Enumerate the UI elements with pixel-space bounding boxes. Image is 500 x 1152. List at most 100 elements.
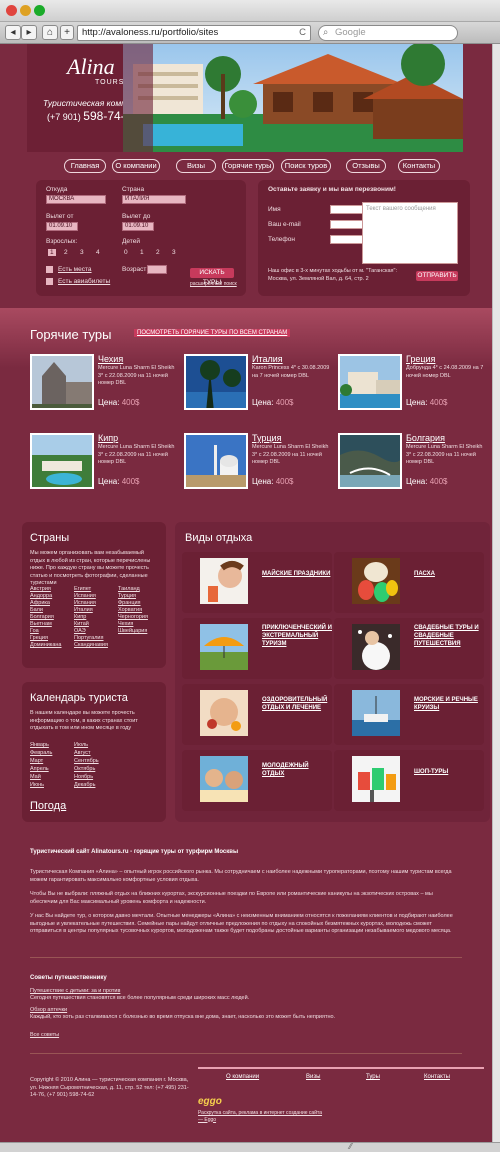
vacation-image[interactable] — [200, 690, 248, 736]
country-link[interactable]: Чехия — [118, 621, 133, 627]
footer-link-visas[interactable]: Визы — [306, 1074, 320, 1080]
vacation-title[interactable]: МАЙСКИЕ ПРАЗДНИКИ — [262, 570, 332, 578]
vacation-card[interactable]: МОРСКИЕ И РЕЧНЫЕ КРУИЗЫ — [334, 684, 484, 745]
vacation-image[interactable] — [200, 756, 248, 802]
tour-thumbnail[interactable] — [184, 433, 248, 489]
country-link[interactable]: Хорватия — [118, 607, 142, 613]
month-link[interactable]: Декабрь — [74, 782, 95, 788]
tour-card[interactable]: Болгария Mercure Luna Sharm El Sheikh 3*… — [338, 433, 488, 493]
nav-reviews[interactable]: Отзывы — [346, 159, 386, 173]
send-button[interactable]: ОТПРАВИТЬ — [416, 271, 458, 281]
all-advice-link[interactable]: Все советы — [30, 1032, 59, 1040]
country-select[interactable]: ИТАЛИЯ — [122, 195, 186, 204]
month-link[interactable]: Сентябрь — [74, 758, 99, 764]
vacation-card[interactable]: МОЛОДЕЖНЫЙ ОТДЫХ — [182, 750, 332, 811]
vacation-card[interactable]: ПАСХА — [334, 552, 484, 613]
vacation-title[interactable]: ОЗДОРОВИТЕЛЬНЫЙ ОТДЫХ И ЛЕЧЕНИЕ — [262, 696, 332, 712]
nav-hot-tours[interactable]: Горячие туры — [222, 159, 274, 173]
children-option-0[interactable]: 0 — [124, 249, 128, 256]
nav-tour-search[interactable]: Поиск туров — [281, 159, 331, 173]
depart-from-select[interactable]: 01.09.10 — [46, 222, 78, 231]
country-link[interactable]: Бали — [30, 607, 43, 613]
tour-card[interactable]: Турция Mercure Luna Sharm El Sheikh 3* с… — [184, 433, 334, 493]
vacation-image[interactable] — [352, 624, 400, 670]
advanced-search-link[interactable]: расширенный поиск — [190, 281, 237, 287]
month-link[interactable]: Июль — [74, 742, 88, 748]
vacation-card[interactable]: СВАДЕБНЫЕ ТУРЫ И СВАДЕБНЫЕ ПУТЕШЕСТВИЯ — [334, 618, 484, 679]
site-logo[interactable]: Alina — [67, 54, 115, 80]
home-icon[interactable]: ⌂ — [42, 25, 58, 40]
nav-about[interactable]: О компании — [112, 159, 160, 173]
country-link[interactable]: Греция — [30, 635, 48, 641]
country-link[interactable]: ОАЭ — [74, 628, 86, 634]
country-link[interactable]: Китай — [74, 621, 89, 627]
add-tab-icon[interactable]: + — [60, 25, 74, 40]
reload-icon[interactable]: C — [299, 26, 306, 40]
vacation-title[interactable]: ПРИКЛЮЧЕНЧЕСКИЙ И ЭКСТРЕМАЛЬНЫЙ ТУРИЗМ — [262, 624, 332, 648]
tour-card[interactable]: Чехия Mercure Luna Sharm El Sheikh 3* с … — [30, 354, 180, 414]
vacation-title[interactable]: СВАДЕБНЫЕ ТУРЫ И СВАДЕБНЫЕ ПУТЕШЕСТВИЯ — [414, 624, 484, 648]
country-link[interactable]: Скандинавия — [74, 642, 108, 648]
month-link[interactable]: Апрель — [30, 766, 49, 772]
footer-link-contacts[interactable]: Контакты — [424, 1074, 450, 1080]
footer-link-about[interactable]: О компании — [226, 1074, 259, 1080]
zoom-window-button[interactable] — [34, 5, 45, 16]
depart-to-select[interactable]: 01.09.10 — [122, 222, 154, 231]
adults-option-3[interactable]: 3 — [80, 249, 84, 256]
tour-country[interactable]: Турция — [252, 433, 281, 443]
developer-text[interactable]: Раскрутка сайта, реклама в интернет созд… — [198, 1110, 328, 1123]
message-textarea[interactable]: Текст вашего сообщения — [362, 202, 458, 264]
footer-link-tours[interactable]: Туры — [366, 1074, 380, 1080]
tour-country[interactable]: Болгария — [406, 433, 445, 443]
tour-card[interactable]: Греция Добрунда 4* с 24.08.2009 на 7 ноч… — [338, 354, 488, 414]
country-link[interactable]: Кипр — [74, 614, 86, 620]
search-field[interactable]: ⌕ Google — [318, 25, 458, 41]
close-window-button[interactable] — [6, 5, 17, 16]
country-link[interactable]: Франция — [118, 600, 141, 606]
children-option-3[interactable]: 3 — [172, 249, 176, 256]
country-link[interactable]: Болгария — [30, 614, 54, 620]
country-link[interactable]: Гоа — [30, 628, 39, 634]
tour-thumbnail[interactable] — [30, 433, 94, 489]
back-button[interactable]: ◂ — [5, 25, 21, 40]
nav-home[interactable]: Главная — [64, 159, 106, 173]
tour-country[interactable]: Кипр — [98, 433, 118, 443]
vacation-image[interactable] — [352, 756, 400, 802]
month-link[interactable]: Март — [30, 758, 43, 764]
country-link[interactable]: Турция — [118, 593, 136, 599]
country-link[interactable]: Вьетнам — [30, 621, 52, 627]
country-link[interactable]: Андорра — [30, 593, 52, 599]
tour-card[interactable]: Кипр Mercure Luna Sharm El Sheikh 3* с 2… — [30, 433, 180, 493]
country-link[interactable]: Доминикана — [30, 642, 62, 648]
tour-country[interactable]: Италия — [252, 354, 283, 364]
children-option-1[interactable]: 1 — [140, 249, 144, 256]
vacation-card[interactable]: МАЙСКИЕ ПРАЗДНИКИ — [182, 552, 332, 613]
from-select[interactable]: МОСКВА — [46, 195, 106, 204]
country-link[interactable]: Таиланд — [118, 586, 140, 592]
vacation-image[interactable] — [200, 624, 248, 670]
vacation-title[interactable]: МОЛОДЕЖНЫЙ ОТДЫХ — [262, 762, 332, 778]
month-link[interactable]: Ноябрь — [74, 774, 93, 780]
tour-thumbnail[interactable] — [184, 354, 248, 410]
developer-logo[interactable]: eggo — [198, 1097, 222, 1106]
address-bar[interactable]: http://avaloness.ru/portfolio/sites C — [77, 25, 311, 41]
vacation-title[interactable]: ПАСХА — [414, 570, 484, 578]
vacation-title[interactable]: МОРСКИЕ И РЕЧНЫЕ КРУИЗЫ — [414, 696, 484, 712]
nav-visas[interactable]: Визы — [176, 159, 216, 173]
vertical-scrollbar[interactable] — [492, 44, 500, 1142]
tour-thumbnail[interactable] — [30, 354, 94, 410]
vacation-title[interactable]: ШОП-ТУРЫ — [414, 768, 484, 776]
minimize-window-button[interactable] — [20, 5, 31, 16]
tour-country[interactable]: Чехия — [98, 354, 123, 364]
country-link[interactable]: Африка — [30, 600, 50, 606]
tour-thumbnail[interactable] — [338, 433, 402, 489]
tour-thumbnail[interactable] — [338, 354, 402, 410]
month-link[interactable]: Июнь — [30, 782, 44, 788]
vacation-card[interactable]: ПРИКЛЮЧЕНЧЕСКИЙ И ЭКСТРЕМАЛЬНЫЙ ТУРИЗМ — [182, 618, 332, 679]
resize-grip-icon[interactable]: ⁄⁄ — [349, 1142, 352, 1151]
age-select[interactable] — [147, 265, 167, 274]
vacation-image[interactable] — [200, 558, 248, 604]
forward-button[interactable]: ▸ — [21, 25, 37, 40]
adults-option-2[interactable]: 2 — [64, 249, 68, 256]
country-link[interactable]: Черногория — [118, 614, 148, 620]
